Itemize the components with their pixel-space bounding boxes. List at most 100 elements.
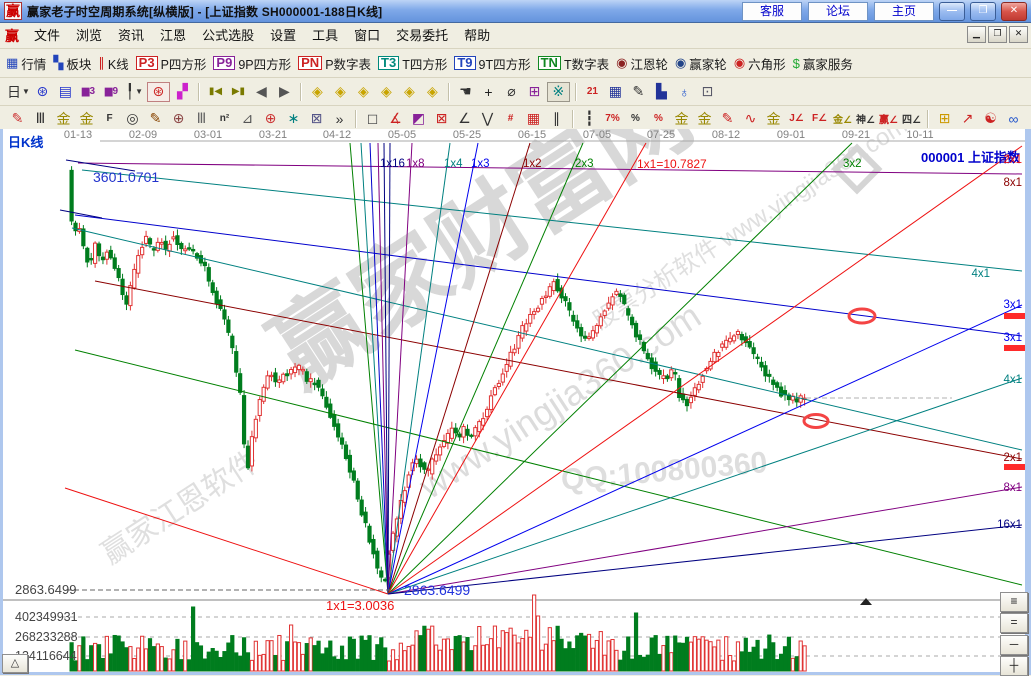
- spiral-tool-icon[interactable]: ◎: [122, 109, 143, 129]
- scale-adjust-button[interactable]: ┼: [1000, 656, 1028, 676]
- plain-cycle-icon[interactable]: Ⅲ: [191, 109, 212, 129]
- web-view-icon-icon[interactable]: ⊛: [32, 82, 53, 102]
- scroll-position-marker[interactable]: [860, 598, 872, 605]
- percent-lines-icon[interactable]: %: [648, 109, 669, 129]
- diamond-cross-icon[interactable]: ◈: [399, 82, 420, 102]
- pan-hand-icon[interactable]: ☚: [455, 82, 476, 102]
- remote-pc-icon[interactable]: ⊡: [697, 82, 718, 102]
- gold-circle-icon[interactable]: 金: [671, 109, 692, 129]
- menu-公式选股[interactable]: 公式选股: [194, 24, 262, 48]
- mini-chart-9-icon[interactable]: ▆9: [101, 82, 122, 102]
- candle-pen-icon[interactable]: ✎: [717, 109, 738, 129]
- gold-price-icon[interactable]: 金: [76, 109, 97, 129]
- pen-ruler-icon[interactable]: ✎: [145, 109, 166, 129]
- box-diagonal-icon[interactable]: ⊠: [431, 109, 452, 129]
- close-button[interactable]: ✕: [1001, 2, 1027, 21]
- mdi-minimize-button[interactable]: ▁: [967, 26, 986, 43]
- f-angle-icon[interactable]: F∠: [809, 109, 830, 129]
- nav-first-icon[interactable]: ▮◀: [205, 82, 226, 102]
- menu-交易委托[interactable]: 交易委托: [388, 24, 456, 48]
- measure-tool-icon[interactable]: ⌀: [501, 82, 522, 102]
- histogram-icon-icon[interactable]: ▞: [172, 82, 193, 102]
- mdi-restore-button[interactable]: ❐: [988, 26, 1007, 43]
- chart-line-mode-icon[interactable]: ↗: [957, 109, 978, 129]
- toolbar-button-quotes[interactable]: ▦行情: [6, 54, 46, 73]
- select-box-icon[interactable]: ◻: [362, 109, 383, 129]
- shen-angle-icon[interactable]: 神∠: [855, 109, 876, 129]
- star-tool-icon[interactable]: ∗: [283, 109, 304, 129]
- more-tools-icon[interactable]: »: [329, 109, 350, 129]
- wave-check-icon[interactable]: ⋁: [477, 109, 498, 129]
- gann-fan-tool-icon[interactable]: ∡: [385, 109, 406, 129]
- forum-button[interactable]: 论坛: [808, 2, 868, 21]
- period-selector-icon[interactable]: 日▼: [7, 82, 30, 102]
- toolbar-button-p9-square[interactable]: P99P四方形: [213, 54, 291, 73]
- time-cycle-lines-icon[interactable]: Ⅲ: [30, 109, 51, 129]
- fan-box-tool-icon[interactable]: ◩: [408, 109, 429, 129]
- toolbar-button-hexagon[interactable]: ◉六角形: [734, 54, 786, 73]
- gann-grid-icon[interactable]: #: [500, 109, 521, 129]
- toolbar-button-sectors[interactable]: ▚板块: [53, 54, 91, 73]
- menu-设置[interactable]: 设置: [262, 24, 304, 48]
- ying-angle-icon[interactable]: 赢∠: [878, 109, 899, 129]
- nav-prev-icon[interactable]: ◀: [251, 82, 272, 102]
- gann-net-icon[interactable]: ⊛: [147, 82, 170, 102]
- info-doc-icon-icon[interactable]: ▤: [55, 82, 76, 102]
- restore-button[interactable]: ❐: [970, 2, 996, 21]
- menu-浏览[interactable]: 浏览: [68, 24, 110, 48]
- gann-grid-2-icon[interactable]: ▦: [523, 109, 544, 129]
- angle-lines-icon[interactable]: ∠: [454, 109, 475, 129]
- gann-tool-active-icon[interactable]: ※: [547, 82, 570, 102]
- compass-tool-icon[interactable]: ⊕: [260, 109, 281, 129]
- nav-next-icon[interactable]: ▶: [274, 82, 295, 102]
- notes-icon[interactable]: ✎: [628, 82, 649, 102]
- wave-line-icon[interactable]: ∿: [740, 109, 761, 129]
- calendar-21-icon[interactable]: 21: [582, 82, 603, 102]
- toolbar-button-winner-service[interactable]: $赢家服务: [793, 54, 853, 73]
- toolbar-button-t-number-table[interactable]: TNT数字表: [538, 54, 609, 73]
- yin-yang-icon[interactable]: ☯: [980, 109, 1001, 129]
- titlebar[interactable]: 赢 赢家老子时空周期系统[纵横版] - [上证指数 SH000001-188日K…: [0, 0, 1031, 23]
- crosshair-icon[interactable]: +: [478, 82, 499, 102]
- save-icon[interactable]: ▙: [651, 82, 672, 102]
- si-angle-icon[interactable]: 四∠: [901, 109, 922, 129]
- grid-star-icon[interactable]: ⊠: [306, 109, 327, 129]
- diamond-left-icon[interactable]: ◈: [307, 82, 328, 102]
- menu-帮助[interactable]: 帮助: [456, 24, 498, 48]
- toolbar-button-p-number-table[interactable]: PNP数字表: [298, 54, 371, 73]
- compress-3-button[interactable]: ≡: [1000, 592, 1028, 612]
- toolbar-button-t-square[interactable]: T3T四方形: [378, 54, 447, 73]
- menu-江恩[interactable]: 江恩: [152, 24, 194, 48]
- gold-angle-icon[interactable]: 金∠: [832, 109, 853, 129]
- percent-7-icon[interactable]: 7%: [602, 109, 623, 129]
- percent-icon[interactable]: %: [625, 109, 646, 129]
- minimize-button[interactable]: —: [939, 2, 965, 21]
- menu-工具[interactable]: 工具: [304, 24, 346, 48]
- n-square-icon[interactable]: n²: [214, 109, 235, 129]
- diamond-shrink-icon[interactable]: ◈: [376, 82, 397, 102]
- toolbar-button-gann-wheel[interactable]: ◉江恩轮: [616, 54, 668, 73]
- homepage-button[interactable]: 主页: [874, 2, 934, 21]
- mini-chart-3-icon[interactable]: ▆3: [78, 82, 99, 102]
- customer-service-button[interactable]: 客服: [742, 2, 802, 21]
- gold-underline-icon[interactable]: 金: [763, 109, 784, 129]
- toolbar-button-p-square[interactable]: P3P四方形: [136, 54, 207, 73]
- toolbar-button-t9-square[interactable]: T99T四方形: [454, 54, 530, 73]
- angle-flag-icon[interactable]: ⊿: [237, 109, 258, 129]
- chart-area[interactable]: 赢家财富网www.yingjia360.com股票分析软件 www.yingji…: [3, 129, 1025, 672]
- fib-time-icon[interactable]: F: [99, 109, 120, 129]
- calculator-icon[interactable]: ▦: [605, 82, 626, 102]
- gold-lines-icon[interactable]: 金: [694, 109, 715, 129]
- diamond-right-icon[interactable]: ◈: [330, 82, 351, 102]
- nav-last-icon[interactable]: ▶▮: [228, 82, 249, 102]
- parallel-lines-icon[interactable]: ∥: [546, 109, 567, 129]
- compress-2-button[interactable]: =: [1000, 613, 1028, 633]
- mdi-close-button[interactable]: ✕: [1009, 26, 1028, 43]
- draw-pen-icon[interactable]: ✎: [7, 109, 28, 129]
- menu-文件[interactable]: 文件: [26, 24, 68, 48]
- candlestick-chart[interactable]: 赢家财富网www.yingjia360.com股票分析软件 www.yingji…: [3, 129, 1025, 672]
- infinity-tool-icon[interactable]: ∞: [1003, 109, 1024, 129]
- candle-style-icon[interactable]: ╿▼: [124, 82, 145, 102]
- circle-cycle-icon[interactable]: ⊕: [168, 109, 189, 129]
- volume-expand-button[interactable]: △: [2, 654, 28, 673]
